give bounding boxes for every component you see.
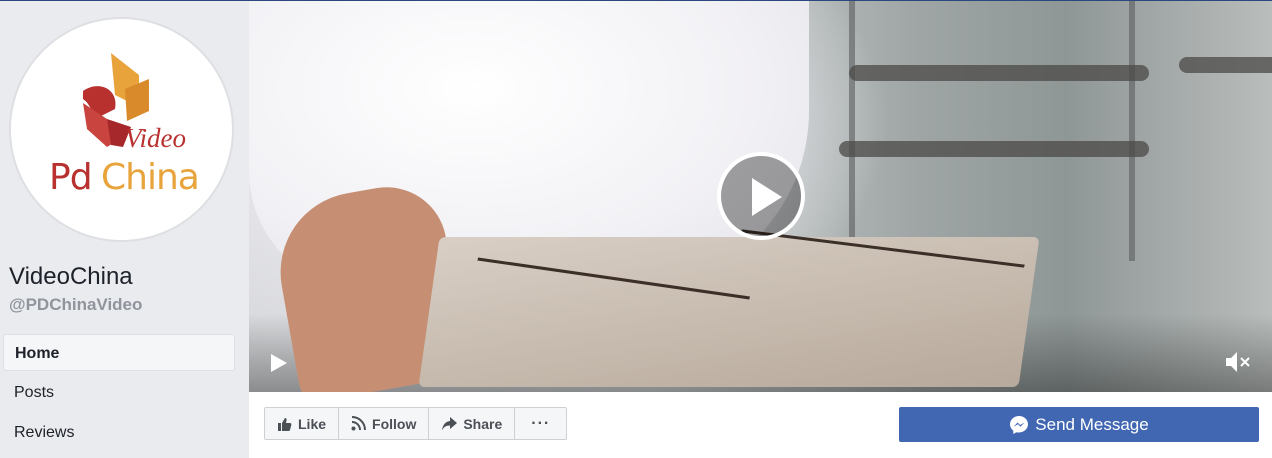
more-options-button[interactable]: ··· [515, 408, 566, 439]
nav-item-posts[interactable]: Posts [3, 374, 235, 411]
follow-label: Follow [372, 415, 417, 432]
page-username[interactable]: @PDChinaVideo [9, 295, 142, 315]
share-label: Share [463, 415, 503, 432]
follow-button[interactable]: Follow [339, 408, 430, 439]
wooden-board [418, 229, 1040, 387]
play-control-icon[interactable] [269, 354, 287, 372]
pdchina-logo-icon [83, 53, 149, 147]
logo-word-pd: Pd [49, 157, 93, 198]
cover-video[interactable] [249, 1, 1272, 392]
like-label: Like [298, 415, 327, 432]
send-message-label: Send Message [1035, 414, 1149, 434]
page-title[interactable]: VideoChina [9, 263, 133, 291]
like-button[interactable]: Like [265, 408, 340, 439]
background-rack [1129, 1, 1135, 261]
nav-item-home[interactable]: Home [3, 334, 235, 371]
action-button-group: Like Follow Share ··· [264, 407, 568, 440]
left-sidebar: Video Pd China VideoChina @PDChinaVideo … [0, 1, 249, 458]
board-groove [477, 257, 751, 300]
rss-follow-icon [351, 416, 367, 431]
profile-picture[interactable]: Video Pd China [9, 17, 234, 242]
logo-word-china: China [101, 157, 200, 198]
facebook-page: Video Pd China VideoChina @PDChinaVideo … [0, 0, 1272, 458]
messenger-icon [1010, 415, 1029, 434]
more-options-icon: ··· [531, 414, 551, 432]
share-arrow-icon [442, 416, 458, 430]
background-shelf [849, 65, 1149, 81]
nav-item-reviews[interactable]: Reviews [3, 414, 235, 451]
board-groove [741, 229, 1025, 268]
page-action-bar: Like Follow Share ··· Send Message [249, 392, 1272, 458]
thumbs-up-icon [278, 417, 292, 431]
background-shelf [839, 141, 1149, 157]
muted-speaker-icon[interactable] [1224, 349, 1252, 375]
background-rack [849, 1, 855, 261]
share-button[interactable]: Share [429, 408, 516, 439]
page-nav: Home Posts Reviews [3, 334, 235, 454]
background-shelf [1179, 57, 1272, 73]
logo-word-video: Video [125, 123, 186, 153]
send-message-button[interactable]: Send Message [899, 407, 1259, 442]
play-icon[interactable] [717, 152, 805, 240]
